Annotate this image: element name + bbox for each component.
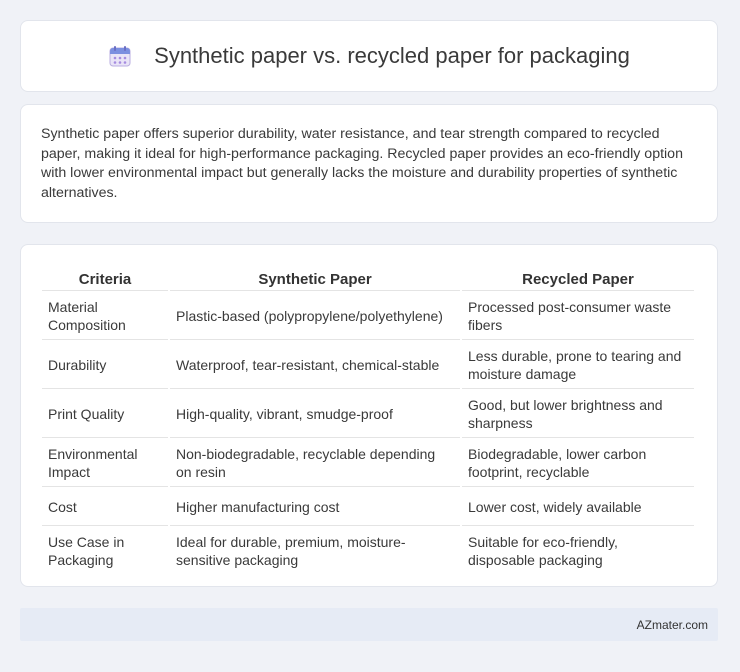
table-row: Use Case in Packaging Ideal for durable,… — [42, 528, 694, 574]
table-cell: Ideal for durable, premium, moisture-sen… — [176, 534, 406, 568]
table-row: Print Quality High-quality, vibrant, smu… — [42, 391, 694, 438]
table-cell: Plastic-based (polypropylene/polyethylen… — [170, 293, 460, 340]
table-cell: Processed post-consumer waste fibers — [462, 293, 694, 340]
table-cell: Material Composition — [42, 293, 168, 340]
table-cell: Good, but lower brightness and sharpness — [462, 391, 694, 438]
table-cell: Lower cost, widely available — [462, 489, 694, 526]
table-cell: Cost — [42, 489, 168, 526]
comparison-table: Criteria Synthetic Paper Recycled Paper … — [40, 265, 696, 576]
title-text: Synthetic paper vs. recycled paper for p… — [154, 43, 630, 68]
table-cell: Environmental Impact — [42, 440, 168, 487]
table-row: Material Composition Plastic-based (poly… — [42, 293, 694, 340]
table-cell: Use Case in Packaging — [48, 534, 125, 568]
table-cell: Biodegradable, lower carbon footprint, r… — [462, 440, 694, 487]
table-row: Environmental Impact Non-biodegradable, … — [42, 440, 694, 487]
table-cell: Durability — [42, 342, 168, 389]
table-row: Durability Waterproof, tear-resistant, c… — [42, 342, 694, 389]
page-title: Synthetic paper vs. recycled paper for p… — [108, 43, 630, 69]
summary-text: Synthetic paper offers superior durabili… — [41, 126, 683, 201]
summary-card: Synthetic paper offers superior durabili… — [20, 104, 718, 223]
table-header-row: Criteria Synthetic Paper Recycled Paper — [42, 267, 694, 291]
table-cell: Print Quality — [42, 391, 168, 438]
footer-brand: AZmater.com — [636, 617, 708, 632]
column-header: Criteria — [42, 267, 168, 291]
table-cell: Higher manufacturing cost — [170, 489, 460, 526]
column-header: Synthetic Paper — [170, 267, 460, 291]
column-header: Recycled Paper — [462, 267, 694, 291]
calendar-icon — [109, 46, 131, 67]
table-cell: Less durable, prone to tearing and moist… — [462, 342, 694, 389]
table-card: Criteria Synthetic Paper Recycled Paper … — [20, 244, 718, 587]
table-cell: Suitable for eco-friendly, disposable pa… — [468, 534, 618, 568]
title-card: Synthetic paper vs. recycled paper for p… — [20, 20, 718, 92]
table-row: Cost Higher manufacturing cost Lower cos… — [42, 489, 694, 526]
table-cell: Non-biodegradable, recyclable depending … — [170, 440, 460, 487]
footer: AZmater.com — [20, 608, 718, 641]
table-cell: Waterproof, tear-resistant, chemical-sta… — [170, 342, 460, 389]
table-cell: High-quality, vibrant, smudge-proof — [170, 391, 460, 438]
